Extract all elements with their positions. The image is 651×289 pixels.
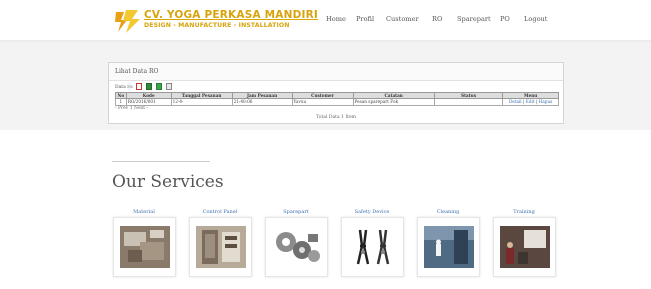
service-frame[interactable] (340, 217, 404, 277)
panel-header: Lihat Data RO (109, 63, 563, 81)
cell-customer: Yavuu (291, 98, 354, 106)
edit-link[interactable]: Edit (526, 99, 535, 104)
material-photo-icon (119, 226, 170, 268)
panel-title: Lihat Data RO (115, 68, 159, 75)
brand-title: CV. YOGA PERKASA MANDIRI (144, 9, 319, 21)
service-frame[interactable] (264, 217, 328, 277)
service-label[interactable]: Sparepart (264, 207, 328, 217)
separator: | (523, 99, 525, 104)
nav-profil[interactable]: Profil (356, 15, 374, 23)
services-heading: Our Services (112, 172, 224, 192)
logo-mark-icon (115, 10, 140, 33)
nav-ro[interactable]: RO (432, 15, 442, 23)
cell-catatan: Pesan sparepart Fok (352, 98, 435, 106)
service-frame[interactable] (492, 217, 556, 277)
pdf-icon[interactable] (136, 83, 142, 90)
safety-device-photo-icon (347, 226, 398, 268)
control-panel-photo-icon (195, 226, 246, 268)
service-frame[interactable] (188, 217, 252, 277)
cell-no: 1 (115, 98, 127, 106)
nav-po[interactable]: PO (500, 15, 510, 23)
top-bar: CV. YOGA PERKASA MANDIRI DESIGN - MANUFA… (0, 0, 651, 40)
service-material[interactable]: Material (112, 207, 176, 277)
ro-data-panel: Lihat Data RO Data ro: No Kode Tanggal P… (108, 62, 564, 124)
nav-customer[interactable]: Customer (386, 15, 419, 23)
detail-link[interactable]: Detail (509, 99, 522, 104)
data-label: Data ro: (115, 85, 134, 90)
cell-kode: RO/2016/001 (125, 98, 172, 106)
service-frame[interactable] (112, 217, 176, 277)
sparepart-photo-icon (271, 226, 322, 268)
cleaning-photo-icon (423, 226, 474, 268)
service-label[interactable]: Safety Device (340, 207, 404, 217)
nav-sparepart[interactable]: Sparepart (457, 15, 491, 23)
total-count: Total Data 1 Item (316, 115, 356, 120)
service-label[interactable]: Material (112, 207, 176, 217)
cell-status (433, 98, 504, 106)
brand-subtitle: DESIGN - MANUFACTURE - INSTALLATION (144, 22, 290, 29)
service-label[interactable]: Training (492, 207, 556, 217)
pagination[interactable]: - Prev 1 Next - (115, 106, 148, 111)
service-label[interactable]: Control Panel (188, 207, 252, 217)
nav-logout[interactable]: Logout (524, 15, 547, 23)
service-label[interactable]: Cleaning (416, 207, 480, 217)
nav-home[interactable]: Home (326, 15, 346, 23)
csv-icon[interactable] (156, 83, 162, 90)
separator: | (535, 99, 538, 104)
service-frame[interactable] (416, 217, 480, 277)
service-safety-device[interactable]: Safety Device (340, 207, 404, 277)
ro-table: No Kode Tanggal Pesanan Jam Pesanan Cust… (115, 92, 559, 106)
cell-jam: 21:40:06 (231, 98, 293, 106)
service-training[interactable]: Training (492, 207, 556, 277)
training-photo-icon (499, 226, 550, 268)
print-icon[interactable] (166, 83, 172, 90)
excel-icon[interactable] (146, 83, 152, 90)
company-logo[interactable]: CV. YOGA PERKASA MANDIRI DESIGN - MANUFA… (112, 8, 318, 34)
service-sparepart[interactable]: Sparepart (264, 207, 328, 277)
table-row: 1 RO/2016/001 12-4- 21:40:06 Yavuu Pesan… (115, 98, 559, 106)
hapus-link[interactable]: Hapus (539, 99, 553, 104)
cell-tanggal: 12-4- (170, 98, 233, 106)
header-divider (0, 40, 651, 42)
cell-menu: Detail | Edit | Hapus (502, 98, 559, 106)
services-divider (112, 161, 210, 162)
service-control-panel[interactable]: Control Panel (188, 207, 252, 277)
service-cleaning[interactable]: Cleaning (416, 207, 480, 277)
